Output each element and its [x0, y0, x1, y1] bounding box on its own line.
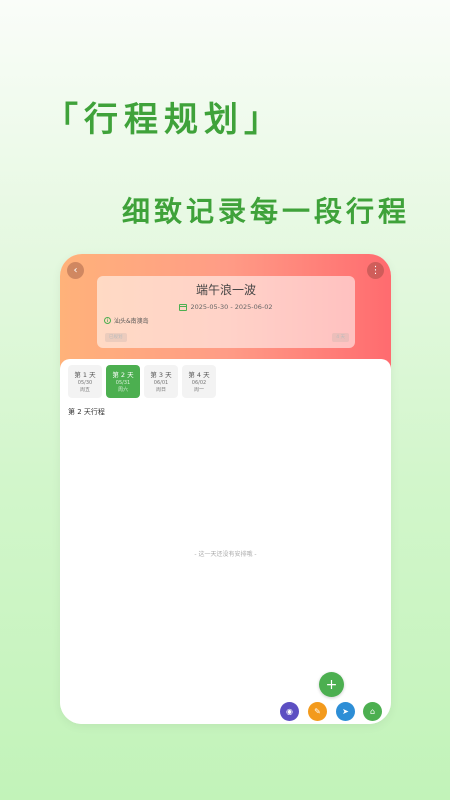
hotel-icon: ⌂ [369, 706, 376, 716]
day-date: 05/30 [77, 380, 93, 386]
app-screen: ‹ ⋮ 端午浪一波 2025-05-30 - 2025-06-02 i 汕头&南… [60, 254, 391, 724]
day-weekday: 周一 [193, 387, 204, 393]
status-badge: 已规划 [105, 333, 127, 342]
add-transport-button[interactable]: ➤ [336, 702, 355, 721]
trip-location: i 汕头&南澳岛 [104, 316, 149, 325]
transport-icon: ➤ [342, 706, 349, 716]
day-date: 05/31 [115, 380, 131, 386]
promo-title: 「行程规划」 [44, 100, 284, 140]
calendar-icon [179, 303, 188, 311]
more-button[interactable]: ⋮ [367, 262, 384, 279]
ticket-icon: ✎ [314, 706, 321, 716]
more-vertical-icon: ⋮ [370, 264, 381, 276]
location-icon: ◉ [286, 706, 293, 716]
add-location-button[interactable]: ◉ [280, 702, 299, 721]
day-name: 第 3 天 [150, 371, 172, 379]
add-item-button[interactable]: + [319, 672, 344, 697]
trip-title: 端午浪一波 [195, 283, 256, 297]
trip-info-card: 端午浪一波 2025-05-30 - 2025-06-02 i 汕头&南澳岛 已… [97, 276, 355, 348]
day-date: 06/02 [191, 380, 207, 386]
trip-date-range: 2025-05-30 - 2025-06-02 [97, 303, 355, 311]
tab-day-2[interactable]: 第 2 天 05/31 周六 [106, 365, 140, 398]
trip-header: ‹ ⋮ 端午浪一波 2025-05-30 - 2025-06-02 i 汕头&南… [60, 254, 391, 372]
back-button[interactable]: ‹ [67, 262, 84, 279]
tab-day-3[interactable]: 第 3 天 06/01 周日 [144, 365, 178, 398]
day-weekday: 周六 [117, 387, 128, 393]
empty-state-text: - 这一天还没有安排哦 - [194, 551, 257, 558]
day-weekday: 周日 [155, 387, 166, 393]
plus-icon: + [325, 676, 338, 693]
day-name: 第 4 天 [188, 371, 210, 379]
itinerary-panel: 第 1 天 05/30 周五 第 2 天 05/31 周六 第 3 天 06/0… [60, 359, 391, 724]
location-text: 汕头&南澳岛 [114, 318, 149, 325]
tab-day-1[interactable]: 第 1 天 05/30 周五 [68, 365, 102, 398]
location-pin-icon: i [104, 317, 111, 324]
day-name: 第 1 天 [74, 371, 96, 379]
days-count-badge: 4 天 [332, 333, 349, 342]
day-weekday: 周五 [79, 387, 90, 393]
add-ticket-button[interactable]: ✎ [308, 702, 327, 721]
chevron-left-icon: ‹ [73, 264, 78, 276]
add-hotel-button[interactable]: ⌂ [363, 702, 382, 721]
day-name: 第 2 天 [112, 371, 134, 379]
day-itinerary-title: 第 2 天行程 [68, 408, 105, 416]
date-range-text: 2025-05-30 - 2025-06-02 [190, 303, 273, 311]
tab-day-4[interactable]: 第 4 天 06/02 周一 [182, 365, 216, 398]
day-tabs: 第 1 天 05/30 周五 第 2 天 05/31 周六 第 3 天 06/0… [68, 365, 216, 398]
promo-subtitle: 细致记录每一段行程 [121, 195, 410, 228]
day-date: 06/01 [153, 380, 169, 386]
